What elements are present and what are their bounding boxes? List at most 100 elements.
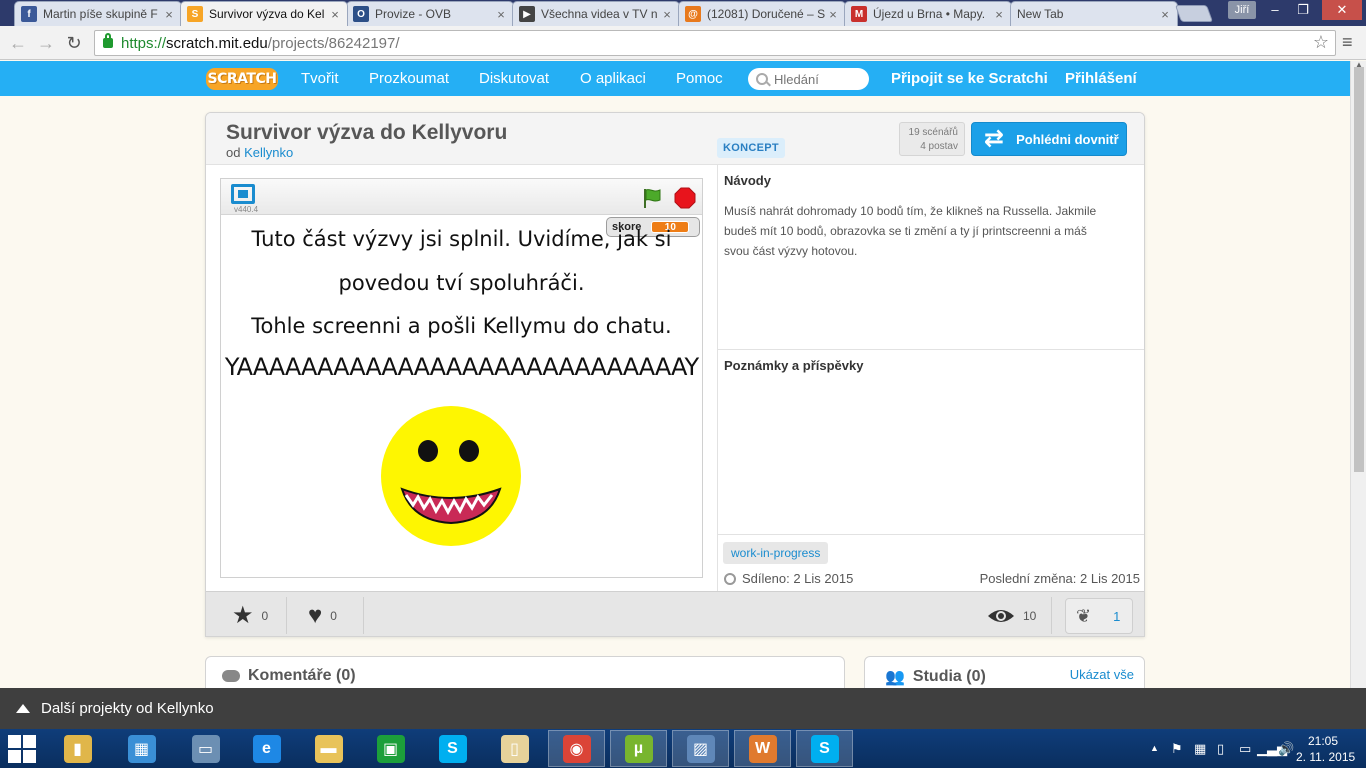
tab-close-icon[interactable]: × [163,7,175,22]
browser-tab[interactable]: M Újezd u Brna • Mapy. × [844,1,1012,26]
tab-close-icon[interactable]: × [1159,7,1171,22]
see-inside-button[interactable]: ⇄ Pohlédni dovnitř [971,122,1127,156]
reload-icon[interactable]: ↻ [62,31,86,55]
notes-panel: Poznámky a příspěvky [717,350,1144,535]
browser-tab[interactable]: ▶ Všechna videa v TV n × [512,1,680,26]
taskbar-app-button[interactable]: ▭ [177,730,234,767]
see-inside-label: Pohlédni dovnitř [1016,131,1119,147]
scrollbar-thumb[interactable] [1354,67,1364,472]
taskbar-app-button[interactable]: e [238,730,295,767]
browser-toolbar: ← → ↻ https:// scratch.mit.edu /projects… [0,26,1366,60]
back-icon[interactable]: ← [6,31,30,55]
join-link[interactable]: Připojit se ke Scratchi [891,61,1048,96]
address-bar[interactable]: https:// scratch.mit.edu /projects/86242… [94,30,1336,56]
page-scrollbar[interactable]: ▲ ▼ [1350,60,1366,729]
studios-title: Studia (0) [912,668,986,685]
instructions-heading: Návody [724,173,771,188]
stage[interactable]: skore 10 Tuto část výzvy jsi splnil. Uvi… [221,215,702,577]
more-projects-bar[interactable]: Další projekty od Kellynko [0,688,1366,729]
comments-heading: Komentáře (0) [222,667,356,685]
taskbar-app-button[interactable]: µ [610,730,667,767]
tray-expand-icon[interactable]: ▲ [1150,743,1159,753]
browser-menu-icon[interactable]: ≡ [1342,32,1353,53]
stage-text-line: povedou tví spoluhráči. [338,271,585,295]
taskbar-app-button[interactable]: S [424,730,481,767]
favorite-button[interactable]: ★ 0 [232,592,268,636]
nav-explore[interactable]: Prozkoumat [369,61,449,96]
browser-tab[interactable]: New Tab × [1010,1,1178,26]
tab-close-icon[interactable]: × [495,7,507,22]
taskbar-app-button[interactable]: ◉ [548,730,605,767]
volume-icon[interactable]: 🔊 [1278,741,1294,757]
browser-tab[interactable]: S Survivor výzva do Kel × [180,1,348,26]
tag-work-in-progress[interactable]: work-in-progress [723,542,829,564]
nav-discuss[interactable]: Diskutovat [479,61,549,96]
taskbar-app-button[interactable]: ▮ [49,730,106,767]
by-prefix: od [226,145,241,160]
internet-explorer-icon: e [252,734,281,763]
author-link[interactable]: Kellynko [244,145,293,160]
new-tab-button[interactable] [1174,5,1214,22]
tab-close-icon[interactable]: × [329,7,341,22]
taskbar-app-button[interactable]: ▨ [672,730,729,767]
minimize-icon[interactable]: – [1262,0,1288,20]
tab-close-icon[interactable]: × [993,7,1005,22]
tab-title: Martin píše skupině F [43,7,158,21]
nav-help[interactable]: Pomoc [676,61,723,96]
russell-smiley-sprite[interactable] [380,405,522,547]
tab-title: Újezd u Brna • Mapy. [873,7,986,21]
clock-date[interactable]: 2. 11. 2015 [1296,750,1355,764]
taskbar-app-button[interactable]: ▣ [362,730,419,767]
profile-badge[interactable]: Jiří [1228,1,1256,19]
taskbar-app-button[interactable]: ▦ [113,730,170,767]
windows-icon[interactable]: ▦ [1194,741,1206,757]
search-input[interactable] [774,71,864,87]
maximize-icon[interactable]: ❐ [1290,0,1316,20]
bookmark-star-icon[interactable]: ☆ [1313,32,1329,53]
search-box[interactable] [748,68,869,90]
sign-in-link[interactable]: Přihlášení [1065,61,1137,96]
views-count: 10 [1023,608,1037,623]
tab-title: Survivor výzva do Kel [209,7,325,21]
clock-time[interactable]: 21:05 [1308,734,1338,748]
browser-tab[interactable]: O Provize - OVB × [346,1,514,26]
shared-clock-icon [724,572,736,585]
divider [363,597,364,634]
modified-date: Poslední změna: 2 Lis 2015 [979,571,1140,586]
tab-title: (12081) Doručené – S [707,7,826,21]
tab-close-icon[interactable]: × [827,7,839,22]
skype-active-icon: S [810,734,839,763]
start-button[interactable] [8,735,38,763]
taskbar-app-button[interactable]: W [734,730,791,767]
taskbar-app-button[interactable]: ▯ [486,730,543,767]
url-host: scratch.mit.edu [166,34,268,52]
display-icon[interactable]: ▭ [1239,741,1251,757]
remix-tree-button[interactable]: ❦ 1 [1065,598,1133,634]
nav-create[interactable]: Tvořit [301,61,339,96]
view-all-link[interactable]: Ukázat vše [1070,667,1134,682]
scratch-logo[interactable]: SCRATCH [206,68,278,90]
love-button[interactable]: ♥ 0 [308,592,337,636]
tab-title: Provize - OVB [375,7,452,21]
skype-icon: S [438,734,467,763]
green-flag-icon[interactable] [641,187,663,209]
nav-about[interactable]: O aplikaci [580,61,646,96]
close-window-icon[interactable]: ✕ [1322,0,1362,20]
stage-text-line: YAAAAAAAAAAAAAAAAAAAAAAAAAAAAY [224,353,699,381]
shared-date: Sdíleno: 2 Lis 2015 [724,571,853,586]
comment-bubble-icon [222,670,240,682]
taskbar-app-button[interactable]: S [796,730,853,767]
action-center-flag-icon[interactable]: ⚑ [1171,741,1183,757]
browser-tab[interactable]: @ (12081) Doručené – S × [678,1,846,26]
stop-sign-icon[interactable] [674,187,696,209]
concept-badge: KONCEPT [717,138,785,158]
browser-tab[interactable]: f Martin píše skupině F × [14,1,182,26]
battery-icon[interactable]: ▯ [1217,741,1224,757]
forward-icon[interactable]: → [34,31,58,55]
tab-close-icon[interactable]: × [661,7,673,22]
taskbar-app-button[interactable]: ▬ [300,730,357,767]
ovb-icon: O [353,6,369,22]
fullscreen-icon[interactable] [231,184,255,204]
project-action-bar: ★ 0 ♥ 0 10 ❦ 1 [206,591,1144,636]
utorrent-icon: µ [624,734,653,763]
